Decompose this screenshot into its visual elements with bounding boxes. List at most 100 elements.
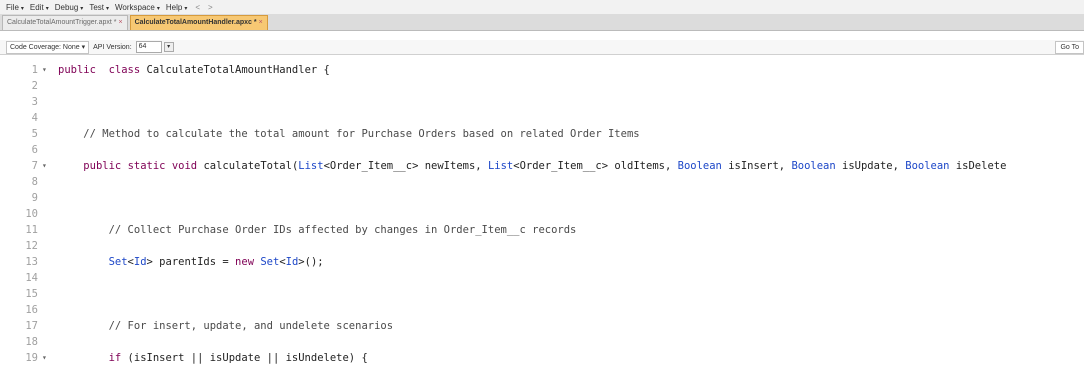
code-coverage-select[interactable]: Code Coverage: None ▾ — [6, 40, 90, 54]
code-token: Id — [133, 256, 147, 268]
line-number: 19 — [25, 352, 38, 364]
code-token: // Method to calculate the total amount … — [83, 128, 640, 140]
code-line: 12 — [0, 238, 1084, 254]
code-line: 16 — [0, 302, 1084, 318]
code-line: 6 — [0, 142, 1084, 158]
menu-item-label: Test — [89, 2, 104, 12]
go-to-button[interactable]: Go To — [1055, 41, 1084, 54]
chevron-down-icon: ▾ — [20, 5, 24, 12]
code-line: 17 // For insert, update, and undelete s… — [0, 318, 1084, 334]
code-line: 1 ▾ public class CalculateTotalAmountHandl… — [0, 62, 1084, 78]
line-number: 6 — [31, 144, 38, 156]
menu-item-file[interactable]: File ▾ — [6, 3, 24, 12]
menu-item-label: Debug — [54, 2, 79, 12]
code-text: public class CalculateTotalAmountHandler… — [58, 62, 330, 78]
code-token: public — [58, 64, 96, 76]
menu-item-test[interactable]: Test ▾ — [89, 3, 109, 12]
fold-toggle-icon[interactable]: ▾ — [42, 350, 47, 366]
code-text: // Collect Purchase Order IDs affected b… — [58, 222, 577, 238]
code-token: CalculateTotalAmountHandler { — [140, 64, 330, 76]
code-line: 3 — [0, 94, 1084, 110]
line-number: 4 — [31, 112, 38, 124]
code-token: isDelete — [949, 160, 1007, 172]
line-number: 12 — [25, 240, 38, 252]
code-token: void — [171, 160, 198, 172]
chevron-down-icon: ▾ — [80, 5, 84, 12]
code-token: isInsert, — [721, 160, 792, 172]
menu-item-label: Edit — [29, 2, 44, 12]
line-number: 1 — [31, 64, 38, 76]
code-token: static — [127, 160, 166, 172]
line-number: 18 — [25, 336, 38, 348]
chevron-down-icon: ▾ — [45, 5, 49, 12]
chevron-down-icon: ▾ — [105, 5, 109, 12]
code-token: // Collect Purchase Order IDs affected b… — [108, 224, 577, 236]
code-token: class — [108, 64, 141, 76]
menu-bar: File ▾ Edit ▾ Debug ▾ Test ▾ Workspace ▾ Help ▾ < > — [0, 0, 1084, 14]
code-text: // Method to calculate the total amount … — [58, 126, 640, 142]
line-number: 7 — [31, 160, 38, 172]
menu-item-help[interactable]: Help ▾ — [166, 3, 187, 12]
code-line: 4 — [0, 110, 1084, 126]
code-token: Set — [108, 256, 128, 268]
menu-item-debug[interactable]: Debug ▾ — [55, 3, 84, 12]
code-line: 11 // Collect Purchase Order IDs affecte… — [0, 222, 1084, 238]
menu-item-label: Help — [165, 2, 183, 12]
menu-item-label: File — [6, 2, 19, 12]
code-line: 15 — [0, 286, 1084, 302]
api-version-dropdown-icon[interactable]: ▾ — [163, 42, 174, 52]
code-token: Id — [285, 256, 299, 268]
code-token: new — [235, 256, 255, 268]
line-number: 14 — [25, 272, 38, 284]
line-number: 2 — [31, 80, 38, 92]
code-line: 19 ▾ if (isInsert || isUpdate || isUndele… — [0, 350, 1084, 366]
chevron-down-icon: ▾ — [184, 5, 188, 12]
chevron-down-icon: ▾ — [81, 43, 86, 51]
close-tab-icon[interactable]: × — [118, 19, 122, 26]
code-line: 10 — [0, 206, 1084, 222]
code-line: 13 Set<Id> parentIds = new Set<Id>(); — [0, 254, 1084, 270]
code-token: public — [83, 160, 122, 172]
code-token: Boolean — [677, 160, 722, 172]
back-arrow-icon[interactable]: < — [195, 3, 200, 12]
code-text: public static void calculateTotal(List<O… — [58, 158, 1006, 174]
file-tab[interactable]: CalculateTotalAmountTrigger.apxt * × — [2, 15, 128, 30]
fold-toggle-icon[interactable]: ▾ — [42, 158, 47, 174]
code-token: calculateTotal( — [197, 160, 299, 172]
api-version-input[interactable]: 64 — [135, 41, 162, 53]
forward-arrow-icon[interactable]: > — [208, 3, 213, 12]
menu-item-label: Workspace — [115, 2, 155, 12]
editor-toolbar: Code Coverage: None ▾ API Version: 64 ▾ … — [0, 40, 1084, 55]
code-token: <Order_Item__c> newItems, — [323, 160, 488, 172]
code-token: Boolean — [905, 160, 950, 172]
file-tab-label: CalculateTotalAmountTrigger.apxt * — [7, 19, 117, 26]
code-text: if (isInsert || isUpdate || isUndelete) … — [58, 350, 368, 366]
code-text: Set<Id> parentIds = new Set<Id>(); — [58, 254, 324, 270]
code-token: isUpdate, — [835, 160, 906, 172]
file-tab[interactable]: CalculateTotalAmountHandler.apxc * × — [129, 15, 268, 30]
line-number: 5 — [31, 128, 38, 140]
code-line: 8 — [0, 174, 1084, 190]
code-line: 14 — [0, 270, 1084, 286]
code-line: 18 — [0, 334, 1084, 350]
line-number: 15 — [25, 288, 38, 300]
close-tab-icon[interactable]: × — [259, 19, 263, 26]
line-number: 16 — [25, 304, 38, 316]
api-version-label: API Version: — [93, 43, 132, 51]
line-number: 10 — [25, 208, 38, 220]
code-editor[interactable]: 1 ▾ public class CalculateTotalAmountHandl… — [0, 62, 1084, 383]
fold-toggle-icon[interactable]: ▾ — [42, 62, 47, 78]
line-number: 11 — [25, 224, 38, 236]
line-number: 3 — [31, 96, 38, 108]
menu-item-edit[interactable]: Edit ▾ — [30, 3, 49, 12]
menu-item-workspace[interactable]: Workspace ▾ — [115, 3, 160, 12]
code-token: Boolean — [791, 160, 836, 172]
line-number: 9 — [31, 192, 38, 204]
code-token: if — [108, 352, 122, 364]
